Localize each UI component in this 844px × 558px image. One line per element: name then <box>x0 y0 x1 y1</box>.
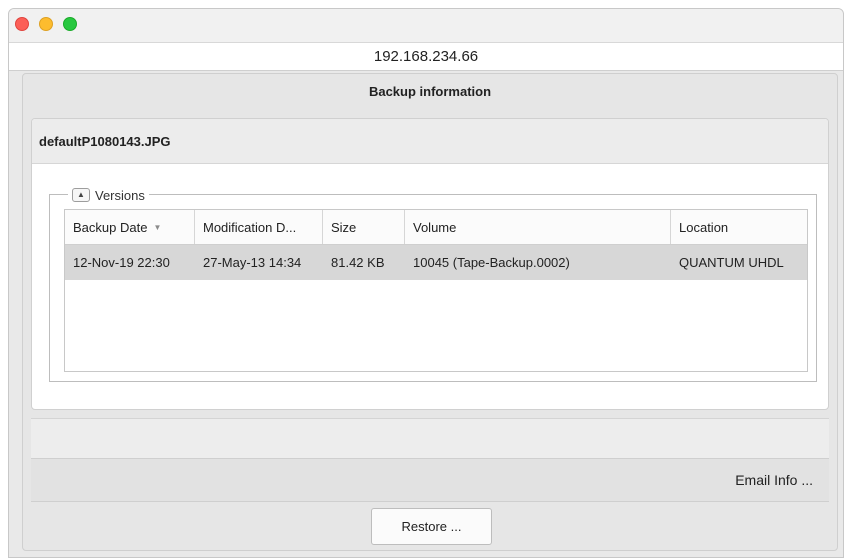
cell-backup-date: 12-Nov-19 22:30 <box>73 255 170 270</box>
versions-legend: ▲ Versions <box>68 186 149 204</box>
restore-button[interactable]: Restore ... <box>371 508 492 545</box>
title-bar <box>9 9 843 42</box>
versions-table: Backup Date ▼ Modification D... Size Vol… <box>64 209 808 372</box>
column-header-backup-date[interactable]: Backup Date ▼ <box>65 210 195 244</box>
table-row[interactable]: 12-Nov-19 22:30 27-May-13 14:34 81.42 KB… <box>65 245 807 280</box>
cell-location: QUANTUM UHDL <box>679 255 784 270</box>
column-header-modification-date[interactable]: Modification D... <box>195 210 323 244</box>
cell-size: 81.42 KB <box>331 255 385 270</box>
file-name: defaultP1080143.JPG <box>39 134 171 149</box>
address-bar: 192.168.234.66 <box>9 42 843 71</box>
spacer-strip <box>31 418 829 458</box>
app-window: 192.168.234.66 Backup information defaul… <box>8 8 844 558</box>
email-bar: Email Info ... <box>31 458 829 502</box>
cell-modification-date: 27-May-13 14:34 <box>203 255 302 270</box>
versions-label: Versions <box>95 187 145 203</box>
email-info-button[interactable]: Email Info ... <box>735 472 813 488</box>
versions-group: ▲ Versions Backup Date ▼ Modification D.… <box>49 186 817 382</box>
table-header: Backup Date ▼ Modification D... Size Vol… <box>65 210 807 245</box>
column-header-location[interactable]: Location <box>671 210 807 244</box>
maximize-window-icon[interactable] <box>63 17 77 31</box>
minimize-window-icon[interactable] <box>39 17 53 31</box>
backup-info-dialog: Backup information defaultP1080143.JPG ▲… <box>22 73 838 551</box>
column-header-volume[interactable]: Volume <box>405 210 671 244</box>
file-header: defaultP1080143.JPG <box>32 119 828 164</box>
close-window-icon[interactable] <box>15 17 29 31</box>
column-header-size[interactable]: Size <box>323 210 405 244</box>
triangle-up-icon[interactable]: ▲ <box>72 188 90 202</box>
cell-volume: 10045 (Tape-Backup.0002) <box>413 255 570 270</box>
dialog-title: Backup information <box>368 84 492 99</box>
sort-descending-icon: ▼ <box>153 222 162 232</box>
file-panel: defaultP1080143.JPG ▲ Versions Backup Da… <box>31 118 829 410</box>
